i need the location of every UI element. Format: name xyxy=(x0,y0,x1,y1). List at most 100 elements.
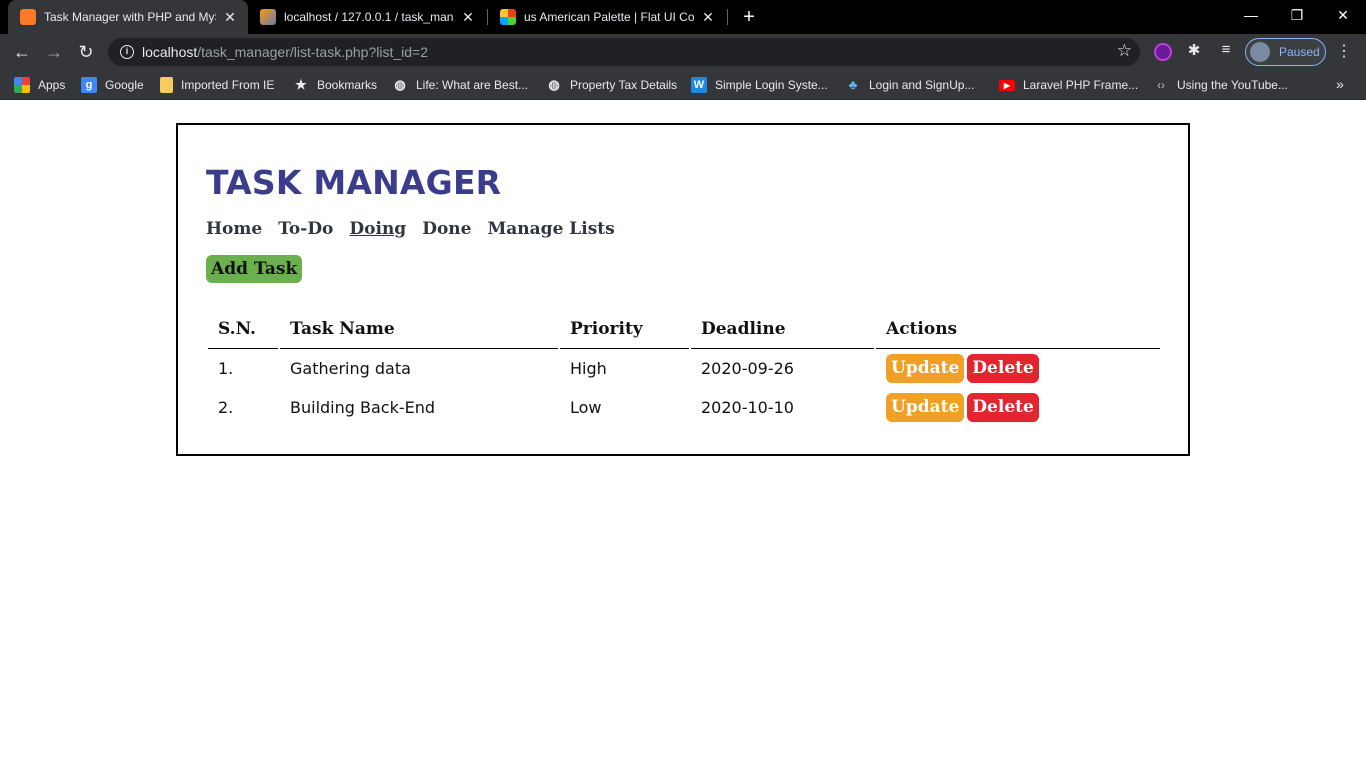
window-close-icon[interactable]: ✕ xyxy=(1320,0,1366,32)
bookmark-laravel[interactable]: ▶ Laravel PHP Frame... xyxy=(999,76,1138,94)
browser-tab-task-manager[interactable]: Task Manager with PHP and MySQL ✕ xyxy=(8,0,248,34)
new-tab-button[interactable]: + xyxy=(738,5,760,29)
avatar xyxy=(1250,42,1270,62)
youtube-icon: ▶ xyxy=(999,79,1015,91)
main-menu: Home To-Do Doing Done Manage Lists xyxy=(206,219,631,239)
profile-label: Paused xyxy=(1279,45,1320,59)
task-priority: Low xyxy=(570,398,602,417)
android-icon: ♣ xyxy=(848,77,858,92)
bookmarks-overflow-icon[interactable]: » xyxy=(1336,76,1344,92)
task-deadline: 2020-09-26 xyxy=(701,359,794,378)
bookmark-label: Using the YouTube... xyxy=(1177,78,1288,92)
column-header-deadline: Deadline xyxy=(691,313,874,349)
menu-doing[interactable]: Doing xyxy=(349,219,406,239)
media-queue-icon[interactable]: ≡ xyxy=(1216,41,1236,58)
delete-button[interactable]: Delete xyxy=(967,393,1039,422)
bookmark-apps[interactable]: Apps xyxy=(14,76,65,94)
column-header-sn: S.N. xyxy=(208,313,278,349)
globe-icon: ◍ xyxy=(394,77,406,92)
browser-tab-phpmyadmin[interactable]: localhost / 127.0.0.1 / task_manager ✕ xyxy=(248,0,486,34)
menu-manage-lists[interactable]: Manage Lists xyxy=(487,219,614,239)
menu-home[interactable]: Home xyxy=(206,219,262,239)
bookmark-imported-from-ie[interactable]: Imported From IE xyxy=(160,76,274,94)
google-icon: g xyxy=(81,77,97,93)
bookmark-label: Google xyxy=(105,78,144,92)
restore-icon[interactable]: ❐ xyxy=(1274,0,1320,32)
url-path: /task_manager/list-task.php?list_id=2 xyxy=(197,44,428,60)
back-arrow-icon[interactable]: ← xyxy=(10,40,34,64)
column-header-task-name: Task Name xyxy=(280,313,558,349)
bookmark-label: Laravel PHP Frame... xyxy=(1023,78,1139,92)
bookmark-youtube-api[interactable]: ‹› Using the YouTube... xyxy=(1153,76,1288,94)
table-row: 1. Gathering data High 2020-09-26 Update… xyxy=(208,349,1160,388)
browser-menu-icon[interactable]: ⋮ xyxy=(1336,40,1352,64)
update-button[interactable]: Update xyxy=(886,393,965,422)
menu-done[interactable]: Done xyxy=(422,219,471,239)
bookmarks-bar: Apps g Google Imported From IE ★ Bookmar… xyxy=(0,70,1366,100)
browser-tab-flat-ui-colors[interactable]: us American Palette | Flat UI Colors ✕ xyxy=(488,0,726,34)
task-sn: 2. xyxy=(218,398,234,417)
bookmark-life-what-are-best[interactable]: ◍ Life: What are Best... xyxy=(392,76,528,94)
bookmark-label: Imported From IE xyxy=(181,78,275,92)
url-host: localhost xyxy=(142,44,198,60)
w-icon: W xyxy=(691,77,707,93)
minimize-icon[interactable]: — xyxy=(1228,0,1274,32)
site-info-icon[interactable]: i xyxy=(120,45,134,59)
task-sn: 1. xyxy=(218,359,234,378)
tab-separator xyxy=(727,9,728,25)
column-header-actions: Actions xyxy=(876,313,1160,349)
browser-toolbar: ← → ↻ i localhost/task_manager/list-task… xyxy=(0,34,1366,70)
xampp-favicon-icon xyxy=(20,9,36,25)
add-task-button[interactable]: Add Task xyxy=(206,255,303,283)
task-manager-container: TASK MANAGER Home To-Do Doing Done Manag… xyxy=(176,123,1190,456)
bookmark-label: Property Tax Details xyxy=(570,78,678,92)
apps-grid-icon xyxy=(14,77,30,93)
bookmark-label: Life: What are Best... xyxy=(416,78,529,92)
bookmark-label: Login and SignUp... xyxy=(869,78,975,92)
tab-close-icon[interactable]: ✕ xyxy=(460,9,476,26)
code-icon: ‹› xyxy=(1157,78,1165,92)
column-header-priority: Priority xyxy=(560,313,689,349)
tab-title: Task Manager with PHP and MySQL xyxy=(44,10,216,24)
star-icon: ★ xyxy=(295,77,307,92)
task-priority: High xyxy=(570,359,607,378)
task-table: S.N. Task Name Priority Deadline Actions… xyxy=(206,313,1162,427)
table-row: 2. Building Back-End Low 2020-10-10 Upda… xyxy=(208,388,1160,427)
reload-icon[interactable]: ↻ xyxy=(74,40,98,64)
profile-button[interactable]: Paused xyxy=(1245,38,1326,66)
task-deadline: 2020-10-10 xyxy=(701,398,794,417)
folder-icon xyxy=(160,77,173,93)
task-name: Gathering data xyxy=(290,359,411,378)
bookmark-google[interactable]: g Google xyxy=(81,76,144,94)
phpmyadmin-favicon-icon xyxy=(260,9,276,25)
bookmark-simple-login[interactable]: W Simple Login Syste... xyxy=(691,76,828,94)
task-name: Building Back-End xyxy=(290,398,436,417)
task-actions: Update Delete xyxy=(876,388,1160,427)
globe-icon: ◍ xyxy=(548,77,560,92)
delete-button[interactable]: Delete xyxy=(967,354,1039,383)
tab-close-icon[interactable]: ✕ xyxy=(700,9,716,26)
address-bar[interactable]: i localhost/task_manager/list-task.php?l… xyxy=(108,38,1140,66)
extension-icon[interactable] xyxy=(1154,43,1172,61)
menu-todo[interactable]: To-Do xyxy=(278,219,333,239)
page-title: TASK MANAGER xyxy=(206,163,502,202)
forward-arrow-icon[interactable]: → xyxy=(42,40,66,64)
bookmark-star-icon[interactable]: ☆ xyxy=(1117,41,1132,61)
bookmark-bookmarks[interactable]: ★ Bookmarks xyxy=(293,76,377,94)
bookmark-property-tax[interactable]: ◍ Property Tax Details xyxy=(546,76,677,94)
bookmark-label: Apps xyxy=(38,78,66,92)
task-actions: Update Delete xyxy=(876,349,1160,388)
flatui-favicon-icon xyxy=(500,9,516,25)
update-button[interactable]: Update xyxy=(886,354,965,383)
bookmark-login-signup[interactable]: ♣ Login and SignUp... xyxy=(845,76,975,94)
bookmark-label: Simple Login Syste... xyxy=(715,78,828,92)
address-url: localhost/task_manager/list-task.php?lis… xyxy=(142,44,428,60)
table-header-row: S.N. Task Name Priority Deadline Actions xyxy=(208,313,1160,349)
bookmark-label: Bookmarks xyxy=(317,78,378,92)
tab-title: localhost / 127.0.0.1 / task_manager xyxy=(284,10,454,24)
page-viewport: TASK MANAGER Home To-Do Doing Done Manag… xyxy=(0,101,1366,768)
browser-tabstrip: Task Manager with PHP and MySQL ✕ localh… xyxy=(0,0,1366,34)
tab-title: us American Palette | Flat UI Colors xyxy=(524,10,694,24)
tab-close-icon[interactable]: ✕ xyxy=(222,9,238,26)
extensions-puzzle-icon[interactable]: ✱ xyxy=(1184,41,1204,59)
